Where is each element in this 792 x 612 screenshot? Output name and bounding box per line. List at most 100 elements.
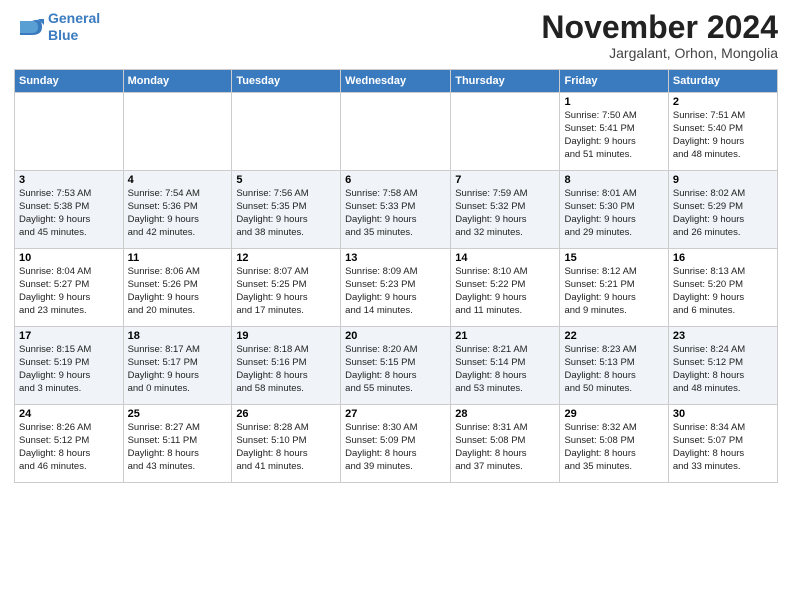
logo-icon (14, 13, 44, 41)
day-info: Sunrise: 8:09 AMSunset: 5:23 PMDaylight:… (345, 266, 446, 317)
weekday-header: Tuesday (232, 70, 341, 93)
day-info: Sunrise: 8:26 AMSunset: 5:12 PMDaylight:… (19, 422, 119, 473)
calendar-cell (15, 93, 124, 171)
calendar-cell: 26 Sunrise: 8:28 AMSunset: 5:10 PMDayligh… (232, 405, 341, 483)
calendar-cell: 29Sunrise: 8:32 AMSunset: 5:08 PMDayligh… (560, 405, 668, 483)
day-number: 1 (564, 96, 663, 108)
calendar-cell (341, 93, 451, 171)
day-number: 22 (564, 330, 663, 342)
calendar-cell: 23 Sunrise: 8:24 AMSunset: 5:12 PMDayligh… (668, 327, 777, 405)
day-number: 11 (128, 252, 228, 264)
day-number: 14 (455, 252, 555, 264)
calendar-cell: 20Sunrise: 8:20 AMSunset: 5:15 PMDayligh… (341, 327, 451, 405)
day-number: 17 (19, 330, 119, 342)
calendar-cell: 11 Sunrise: 8:06 AMSunset: 5:26 PMDayligh… (123, 249, 232, 327)
day-info: Sunrise: 8:10 AMSunset: 5:22 PMDaylight:… (455, 266, 555, 317)
day-number: 2 (673, 96, 773, 108)
day-info: Sunrise: 8:32 AMSunset: 5:08 PMDaylight:… (564, 422, 663, 473)
day-number: 21 (455, 330, 555, 342)
day-number: 13 (345, 252, 446, 264)
calendar-cell (232, 93, 341, 171)
calendar-cell: 30 Sunrise: 8:34 AMSunset: 5:07 PMDayligh… (668, 405, 777, 483)
day-number: 23 (673, 330, 773, 342)
calendar-cell: 7 Sunrise: 7:59 AMSunset: 5:32 PMDaylight… (451, 171, 560, 249)
calendar-cell: 28 Sunrise: 8:31 AMSunset: 5:08 PMDayligh… (451, 405, 560, 483)
day-info: Sunrise: 8:07 AMSunset: 5:25 PMDaylight:… (236, 266, 336, 317)
day-info: Sunrise: 8:28 AMSunset: 5:10 PMDaylight:… (236, 422, 336, 473)
logo: General Blue (14, 10, 100, 44)
weekday-header: Friday (560, 70, 668, 93)
calendar-week-row: 3Sunrise: 7:53 AMSunset: 5:38 PMDaylight… (15, 171, 778, 249)
day-number: 28 (455, 408, 555, 420)
calendar-week-row: 1 Sunrise: 7:50 AMSunset: 5:41 PMDaylight… (15, 93, 778, 171)
calendar-cell: 19 Sunrise: 8:18 AMSunset: 5:16 PMDayligh… (232, 327, 341, 405)
day-info: Sunrise: 8:34 AMSunset: 5:07 PMDaylight:… (673, 422, 773, 473)
day-info: Sunrise: 8:13 AMSunset: 5:20 PMDaylight:… (673, 266, 773, 317)
day-info: Sunrise: 8:21 AMSunset: 5:14 PMDaylight:… (455, 344, 555, 395)
page-container: General Blue November 2024 Jargalant, Or… (0, 0, 792, 493)
day-number: 24 (19, 408, 119, 420)
calendar-cell: 17 Sunrise: 8:15 AMSunset: 5:19 PMDayligh… (15, 327, 124, 405)
day-number: 6 (345, 174, 446, 186)
day-number: 26 (236, 408, 336, 420)
day-info: Sunrise: 7:54 AMSunset: 5:36 PMDaylight:… (128, 188, 228, 239)
day-info: Sunrise: 8:27 AMSunset: 5:11 PMDaylight:… (128, 422, 228, 473)
day-info: Sunrise: 7:56 AMSunset: 5:35 PMDaylight:… (236, 188, 336, 239)
day-info: Sunrise: 8:15 AMSunset: 5:19 PMDaylight:… (19, 344, 119, 395)
calendar-cell: 18Sunrise: 8:17 AMSunset: 5:17 PMDayligh… (123, 327, 232, 405)
calendar-header-row: SundayMondayTuesdayWednesdayThursdayFrid… (15, 70, 778, 93)
calendar-cell: 13 Sunrise: 8:09 AMSunset: 5:23 PMDayligh… (341, 249, 451, 327)
day-info: Sunrise: 8:06 AMSunset: 5:26 PMDaylight:… (128, 266, 228, 317)
day-info: Sunrise: 8:02 AMSunset: 5:29 PMDaylight:… (673, 188, 773, 239)
day-info: Sunrise: 8:12 AMSunset: 5:21 PMDaylight:… (564, 266, 663, 317)
calendar-cell (451, 93, 560, 171)
logo-text: General Blue (48, 10, 100, 44)
calendar-cell: 8 Sunrise: 8:01 AMSunset: 5:30 PMDaylight… (560, 171, 668, 249)
day-number: 30 (673, 408, 773, 420)
calendar-cell: 2 Sunrise: 7:51 AMSunset: 5:40 PMDaylight… (668, 93, 777, 171)
day-number: 5 (236, 174, 336, 186)
day-info: Sunrise: 8:31 AMSunset: 5:08 PMDaylight:… (455, 422, 555, 473)
day-info: Sunrise: 7:58 AMSunset: 5:33 PMDaylight:… (345, 188, 446, 239)
day-number: 3 (19, 174, 119, 186)
calendar-cell (123, 93, 232, 171)
day-info: Sunrise: 8:30 AMSunset: 5:09 PMDaylight:… (345, 422, 446, 473)
weekday-header: Saturday (668, 70, 777, 93)
day-info: Sunrise: 7:50 AMSunset: 5:41 PMDaylight:… (564, 110, 663, 161)
day-info: Sunrise: 7:51 AMSunset: 5:40 PMDaylight:… (673, 110, 773, 161)
day-info: Sunrise: 8:23 AMSunset: 5:13 PMDaylight:… (564, 344, 663, 395)
calendar-cell: 27Sunrise: 8:30 AMSunset: 5:09 PMDayligh… (341, 405, 451, 483)
calendar-week-row: 24 Sunrise: 8:26 AMSunset: 5:12 PMDayligh… (15, 405, 778, 483)
day-number: 8 (564, 174, 663, 186)
calendar-cell: 10 Sunrise: 8:04 AMSunset: 5:27 PMDayligh… (15, 249, 124, 327)
month-title: November 2024 (541, 10, 778, 45)
day-number: 19 (236, 330, 336, 342)
day-info: Sunrise: 8:04 AMSunset: 5:27 PMDaylight:… (19, 266, 119, 317)
day-number: 18 (128, 330, 228, 342)
day-info: Sunrise: 8:20 AMSunset: 5:15 PMDaylight:… (345, 344, 446, 395)
calendar-cell: 22 Sunrise: 8:23 AMSunset: 5:13 PMDayligh… (560, 327, 668, 405)
calendar-cell: 16 Sunrise: 8:13 AMSunset: 5:20 PMDayligh… (668, 249, 777, 327)
logo-line2: Blue (48, 27, 78, 43)
weekday-header: Wednesday (341, 70, 451, 93)
calendar-table: SundayMondayTuesdayWednesdayThursdayFrid… (14, 69, 778, 483)
day-number: 16 (673, 252, 773, 264)
day-number: 7 (455, 174, 555, 186)
weekday-header: Thursday (451, 70, 560, 93)
title-block: November 2024 Jargalant, Orhon, Mongolia (541, 10, 778, 61)
weekday-header: Monday (123, 70, 232, 93)
calendar-cell: 15 Sunrise: 8:12 AMSunset: 5:21 PMDayligh… (560, 249, 668, 327)
day-info: Sunrise: 8:24 AMSunset: 5:12 PMDaylight:… (673, 344, 773, 395)
day-info: Sunrise: 8:18 AMSunset: 5:16 PMDaylight:… (236, 344, 336, 395)
day-number: 10 (19, 252, 119, 264)
header: General Blue November 2024 Jargalant, Or… (14, 10, 778, 61)
calendar-cell: 12Sunrise: 8:07 AMSunset: 5:25 PMDayligh… (232, 249, 341, 327)
calendar-cell: 3Sunrise: 7:53 AMSunset: 5:38 PMDaylight… (15, 171, 124, 249)
day-info: Sunrise: 8:01 AMSunset: 5:30 PMDaylight:… (564, 188, 663, 239)
day-info: Sunrise: 7:59 AMSunset: 5:32 PMDaylight:… (455, 188, 555, 239)
day-number: 15 (564, 252, 663, 264)
calendar-cell: 1 Sunrise: 7:50 AMSunset: 5:41 PMDaylight… (560, 93, 668, 171)
calendar-cell: 24 Sunrise: 8:26 AMSunset: 5:12 PMDayligh… (15, 405, 124, 483)
logo-line1: General (48, 10, 100, 26)
calendar-cell: 14 Sunrise: 8:10 AMSunset: 5:22 PMDayligh… (451, 249, 560, 327)
